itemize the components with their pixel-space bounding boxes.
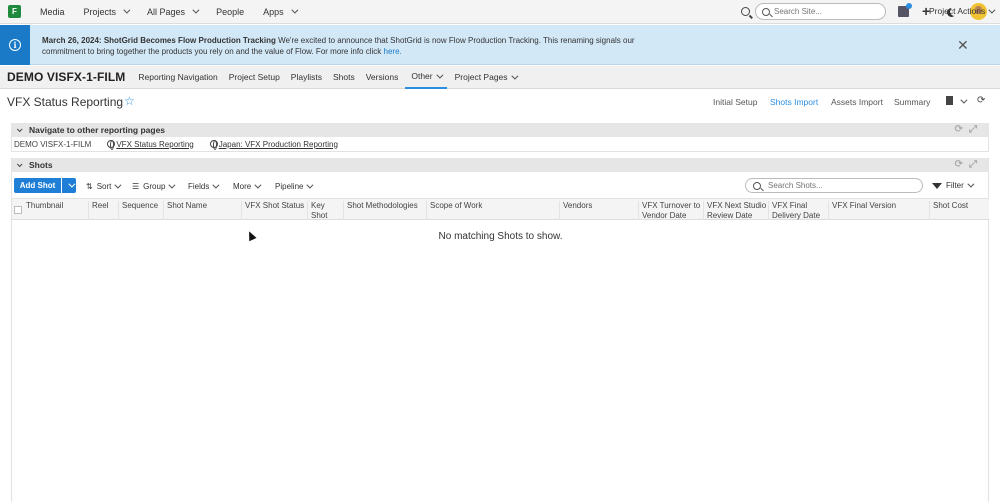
chevron-down-icon	[306, 181, 314, 189]
banner-title: March 26, 2024: ShotGrid Becomes Flow Pr…	[42, 36, 276, 45]
add-shot-dropdown[interactable]	[62, 178, 76, 193]
search-icon	[762, 7, 770, 16]
column-scope-of-work[interactable]: Scope of Work	[427, 201, 560, 220]
tab-reporting-navigation[interactable]: Reporting Navigation	[138, 66, 217, 89]
more-button[interactable]: More	[233, 181, 262, 191]
table-header: Thumbnail Reel Sequence Shot Name VFX Sh…	[12, 198, 989, 220]
page-tab-assets-import[interactable]: Assets Import	[831, 97, 883, 107]
collapse-chevron-icon[interactable]	[16, 161, 23, 168]
chevron-down-icon	[254, 181, 262, 189]
navigate-section-title: Navigate to other reporting pages	[29, 125, 166, 135]
link-vfx-status-reporting[interactable]: VFX Status Reporting	[107, 140, 194, 150]
favorite-star-icon[interactable]: ☆	[124, 94, 135, 108]
funnel-icon	[932, 182, 942, 189]
column-reel[interactable]: Reel	[89, 201, 119, 220]
pipeline-button[interactable]: Pipeline	[275, 181, 314, 191]
shots-search-field[interactable]	[745, 178, 923, 193]
chevron-down-icon	[290, 6, 299, 14]
nav-all-pages[interactable]: All Pages	[147, 6, 200, 17]
collapse-chevron-icon[interactable]	[16, 126, 23, 133]
nav-projects[interactable]: Projects	[84, 6, 131, 17]
search-icon	[753, 181, 761, 190]
shots-section-title: Shots	[29, 160, 53, 170]
sort-icon: ⇅	[86, 182, 93, 191]
column-shot-cost[interactable]: Shot Cost	[930, 201, 989, 220]
column-thumbnail[interactable]: Thumbnail	[23, 201, 89, 220]
whats-new-icon[interactable]	[898, 3, 912, 17]
page-tab-initial-setup[interactable]: Initial Setup	[713, 97, 757, 107]
column-shot-name[interactable]: Shot Name	[164, 201, 242, 220]
shots-table: Thumbnail Reel Sequence Shot Name VFX Sh…	[11, 198, 989, 502]
column-sequence[interactable]: Sequence	[119, 201, 164, 220]
announcement-banner: i March 26, 2024: ShotGrid Becomes Flow …	[0, 25, 1000, 65]
section-refresh-expand-icons[interactable]: ⟳⤢	[955, 160, 983, 170]
column-vfx-final-version[interactable]: VFX Final Version	[829, 201, 930, 220]
chevron-down-icon	[168, 181, 176, 189]
chevron-down-icon	[435, 71, 444, 79]
tab-playlists[interactable]: Playlists	[291, 66, 322, 89]
chevron-down-icon	[192, 6, 200, 14]
chevron-down-icon[interactable]	[957, 96, 968, 106]
tab-project-pages[interactable]: Project Pages	[455, 66, 518, 89]
banner-text: March 26, 2024: ShotGrid Becomes Flow Pr…	[42, 35, 662, 57]
shots-toolbar: Add Shot ⇅ Sort ☰ Group Fields More Pipeli…	[11, 172, 989, 198]
info-icon: i	[9, 39, 21, 51]
section-refresh-expand-icons[interactable]: ⟳⤢	[955, 125, 983, 135]
page-title: VFX Status Reporting	[7, 95, 124, 109]
column-vfx-shot-status[interactable]: VFX Shot Status	[242, 201, 308, 220]
tab-shots[interactable]: Shots	[333, 66, 355, 89]
column-vendors[interactable]: Vendors	[560, 201, 639, 220]
chevron-down-icon	[114, 181, 122, 189]
empty-table-message: No matching Shots to show.	[438, 231, 563, 242]
navigate-section-header[interactable]: Navigate to other reporting pages ⟳⤢	[11, 123, 989, 137]
navigate-links-row: DEMO VISFX-1-FILM VFX Status Reporting J…	[11, 137, 989, 152]
fields-button[interactable]: Fields	[188, 181, 220, 191]
chevron-down-icon	[967, 180, 975, 188]
banner-link[interactable]: here.	[384, 47, 402, 56]
select-all-checkbox[interactable]	[14, 206, 22, 214]
page-tab-summary[interactable]: Summary	[894, 97, 930, 107]
nav-people[interactable]: People	[216, 7, 244, 17]
project-actions-menu[interactable]: Project Actions	[929, 6, 996, 16]
tab-other[interactable]: Other	[405, 66, 447, 89]
site-search-field[interactable]	[755, 3, 886, 20]
chevron-down-icon	[510, 72, 518, 80]
group-button[interactable]: ☰ Group	[132, 181, 176, 191]
refresh-icon[interactable]: ⟳	[977, 95, 985, 106]
column-key-shot[interactable]: Key Shot	[308, 201, 344, 220]
chevron-down-icon	[212, 181, 220, 189]
chevron-down-icon	[68, 180, 76, 188]
tab-versions[interactable]: Versions	[366, 66, 399, 89]
nav-apps[interactable]: Apps	[263, 6, 299, 17]
globe-icon	[107, 140, 116, 150]
column-vfx-final-delivery-date[interactable]: VFX Final Delivery Date	[769, 201, 829, 220]
project-label: DEMO VISFX-1-FILM	[14, 139, 92, 149]
close-icon[interactable]: ✕	[957, 38, 969, 52]
tab-project-setup[interactable]: Project Setup	[229, 66, 280, 89]
link-japan-vfx-production-reporting[interactable]: Japan: VFX Production Reporting	[209, 140, 338, 150]
column-vfx-next-review-date[interactable]: VFX Next Studio Review Date	[704, 201, 769, 220]
column-vfx-turnover-date[interactable]: VFX Turnover to Vendor Date	[639, 201, 704, 220]
shots-section-header[interactable]: Shots ⟳⤢	[11, 158, 989, 172]
project-name[interactable]: DEMO VISFX-1-FILM	[7, 70, 125, 84]
add-shot-button[interactable]: Add Shot	[14, 178, 61, 193]
sort-button[interactable]: ⇅ Sort	[86, 181, 122, 191]
site-search-input[interactable]	[774, 7, 884, 16]
globe-icon	[209, 140, 218, 150]
project-bar: DEMO VISFX-1-FILM Reporting Navigation P…	[0, 66, 1000, 89]
search-icon[interactable]	[741, 7, 750, 16]
chevron-down-icon	[123, 6, 131, 14]
page-doc-icon[interactable]	[946, 96, 953, 105]
shots-search-input[interactable]	[768, 181, 918, 190]
page-tab-shots-import[interactable]: Shots Import	[770, 97, 818, 107]
filter-button[interactable]: Filter	[932, 180, 975, 190]
banner-icon-box: i	[0, 25, 30, 65]
group-icon: ☰	[132, 182, 140, 191]
flow-logo[interactable]: F	[8, 5, 21, 18]
column-shot-methodologies[interactable]: Shot Methodologies	[344, 201, 427, 220]
nav-media[interactable]: Media	[40, 7, 65, 17]
